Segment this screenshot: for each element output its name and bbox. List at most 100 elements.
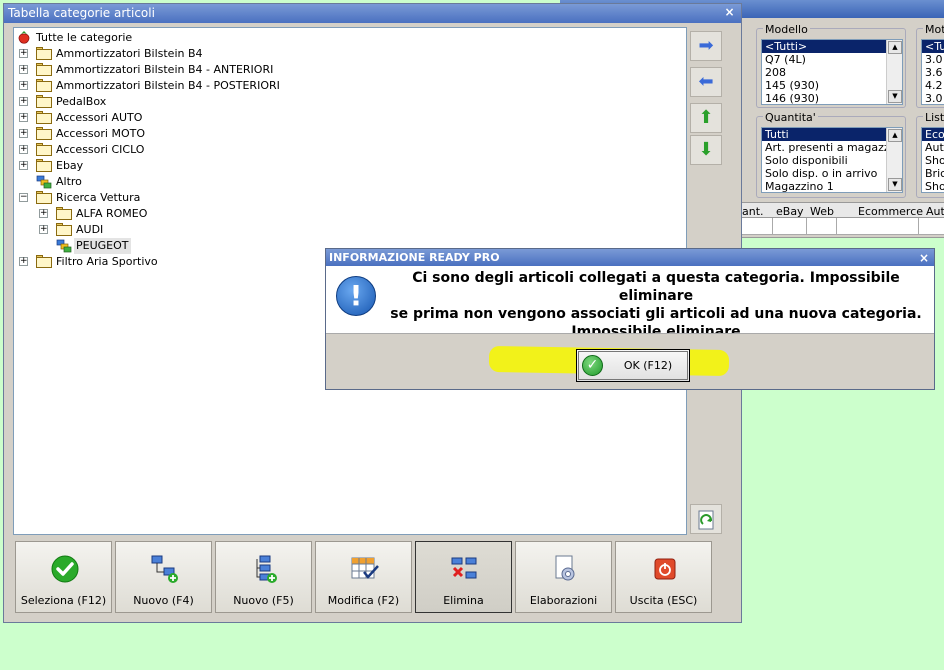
list-item[interactable]: Shop xyxy=(922,154,944,167)
expand-icon[interactable]: + xyxy=(39,225,48,234)
dialog-message: Ci sono degli articoli collegati a quest… xyxy=(382,269,930,341)
tree-label[interactable]: Ammortizzatori Bilstein B4 xyxy=(56,46,203,62)
column-header[interactable]: Aut xyxy=(926,205,944,218)
tree-label[interactable]: Altro xyxy=(56,174,82,190)
list-item[interactable]: Magazzino 1 xyxy=(762,180,902,192)
scroll-down-icon[interactable]: ▼ xyxy=(888,178,902,191)
tree-label[interactable]: Accessori MOTO xyxy=(56,126,145,142)
column-header[interactable]: eBay xyxy=(776,205,804,218)
button-label: Nuovo (F4) xyxy=(133,594,194,607)
list-item[interactable]: Tutti xyxy=(762,128,902,142)
dialog-footer: ✓ OK (F12) xyxy=(326,333,934,389)
expand-icon[interactable]: + xyxy=(19,97,28,106)
list-item[interactable]: 208 xyxy=(762,66,902,79)
tree-label[interactable]: ALFA ROMEO xyxy=(76,206,147,222)
column-header[interactable]: Web xyxy=(810,205,834,218)
table-header: ant. eBay Web Ecommerce Aut xyxy=(740,202,944,218)
folder-icon xyxy=(36,79,52,92)
elimina-button[interactable]: Elimina xyxy=(415,541,512,613)
list-item[interactable]: 3.6 F xyxy=(922,66,944,79)
collapse-icon[interactable]: − xyxy=(19,193,28,202)
dialog-titlebar: INFORMAZIONE READY PRO × xyxy=(326,249,934,266)
folder-icon xyxy=(36,47,52,60)
scrollbar[interactable]: ▲ ▼ xyxy=(886,128,902,192)
listino-group: Listi Econ Auto Shop Brico Shop xyxy=(916,111,944,198)
uscita-button[interactable]: Uscita (ESC) xyxy=(615,541,712,613)
arrow-up-icon: ⬆ xyxy=(698,107,714,128)
list-item[interactable]: Art. presenti a magazzino xyxy=(762,141,902,154)
tree-label[interactable]: PedalBox xyxy=(56,94,106,110)
expand-icon[interactable]: + xyxy=(19,49,28,58)
new-subcategory-icon xyxy=(256,555,277,583)
seleziona-button[interactable]: Seleziona (F12) xyxy=(15,541,112,613)
expand-icon[interactable]: + xyxy=(19,257,28,266)
scrollbar[interactable]: ▲ ▼ xyxy=(886,40,902,104)
info-icon: ! xyxy=(336,276,376,316)
move-right-button[interactable]: ➡ xyxy=(690,31,722,61)
button-label: Elaborazioni xyxy=(529,594,598,607)
quantita-list[interactable]: Tutti Art. presenti a magazzino Solo dis… xyxy=(761,127,903,193)
tree-label[interactable]: Accessori CICLO xyxy=(56,142,144,158)
close-icon[interactable]: × xyxy=(723,6,736,19)
list-item[interactable]: Solo disponibili xyxy=(762,154,902,167)
list-item[interactable]: 3.0 T xyxy=(922,53,944,66)
move-up-button[interactable]: ⬆ xyxy=(690,103,722,133)
tree-label[interactable]: Ricerca Vettura xyxy=(56,190,140,206)
nuovo-f4-button[interactable]: Nuovo (F4) xyxy=(115,541,212,613)
move-down-button[interactable]: ⬇ xyxy=(690,135,722,165)
quantita-group: Quantita' Tutti Art. presenti a magazzin… xyxy=(756,111,906,198)
info-dialog: INFORMAZIONE READY PRO × ! Ci sono degli… xyxy=(325,248,935,390)
tree-label[interactable]: Ammortizzatori Bilstein B4 - POSTERIORI xyxy=(56,78,280,94)
tree-label[interactable]: AUDI xyxy=(76,222,103,238)
ok-button[interactable]: ✓ OK (F12) xyxy=(576,349,690,382)
tree-label[interactable]: Tutte le categorie xyxy=(36,30,132,46)
modifica-button[interactable]: Modifica (F2) xyxy=(315,541,412,613)
tree-label[interactable]: Filtro Aria Sportivo xyxy=(56,254,158,270)
list-item[interactable]: Solo disp. o in arrivo xyxy=(762,167,902,180)
list-item[interactable]: 3.0 T xyxy=(922,92,944,104)
move-left-button[interactable]: ⬅ xyxy=(690,67,722,97)
list-item[interactable]: Shop xyxy=(922,180,944,192)
edit-table-icon xyxy=(351,557,379,579)
listino-list[interactable]: Econ Auto Shop Brico Shop xyxy=(921,127,944,193)
window-title: Tabella categorie articoli xyxy=(8,6,155,20)
list-item[interactable]: 4.2 F xyxy=(922,79,944,92)
arrow-left-icon: ⬅ xyxy=(698,71,714,92)
expand-icon[interactable]: + xyxy=(19,65,28,74)
motore-title: Moto xyxy=(923,23,944,36)
scroll-up-icon[interactable]: ▲ xyxy=(888,41,902,54)
expand-icon[interactable]: + xyxy=(39,209,48,218)
tree-label[interactable]: Accessori AUTO xyxy=(56,110,142,126)
expand-icon[interactable]: + xyxy=(19,145,28,154)
list-item[interactable]: Econ xyxy=(922,128,944,142)
tree-label[interactable]: Ebay xyxy=(56,158,83,174)
tree-label[interactable]: PEUGEOT xyxy=(74,238,131,254)
column-header[interactable]: ant. xyxy=(742,205,764,218)
arrow-right-icon: ➡ xyxy=(698,35,714,56)
expand-icon[interactable]: + xyxy=(19,113,28,122)
list-item[interactable]: 146 (930) xyxy=(762,92,902,104)
expand-icon[interactable]: + xyxy=(19,161,28,170)
nuovo-f5-button[interactable]: Nuovo (F5) xyxy=(215,541,312,613)
close-icon[interactable]: × xyxy=(919,250,929,267)
column-header[interactable]: Ecommerce xyxy=(858,205,923,218)
motore-list[interactable]: <Tu 3.0 T 3.6 F 4.2 F 3.0 T xyxy=(921,39,944,105)
list-item[interactable]: 145 (930) xyxy=(762,79,902,92)
list-item[interactable]: Q7 (4L) xyxy=(762,53,902,66)
expand-icon[interactable]: + xyxy=(19,81,28,90)
list-item[interactable]: <Tu xyxy=(922,40,944,54)
folder-icon xyxy=(36,111,52,124)
elaborazioni-button[interactable]: Elaborazioni xyxy=(515,541,612,613)
table-row[interactable] xyxy=(740,218,944,235)
refresh-button[interactable] xyxy=(690,504,722,534)
scroll-down-icon[interactable]: ▼ xyxy=(888,90,902,103)
modello-list[interactable]: <Tutti> Q7 (4L) 208 145 (930) 146 (930) … xyxy=(761,39,903,105)
list-item[interactable]: Auto xyxy=(922,141,944,154)
tree-label[interactable]: Ammortizzatori Bilstein B4 - ANTERIORI xyxy=(56,62,273,78)
list-item[interactable]: <Tutti> xyxy=(762,40,902,54)
scroll-up-icon[interactable]: ▲ xyxy=(888,129,902,142)
motore-group: Moto <Tu 3.0 T 3.6 F 4.2 F 3.0 T xyxy=(916,23,944,108)
button-label: Seleziona (F12) xyxy=(20,594,107,607)
list-item[interactable]: Brico xyxy=(922,167,944,180)
expand-icon[interactable]: + xyxy=(19,129,28,138)
